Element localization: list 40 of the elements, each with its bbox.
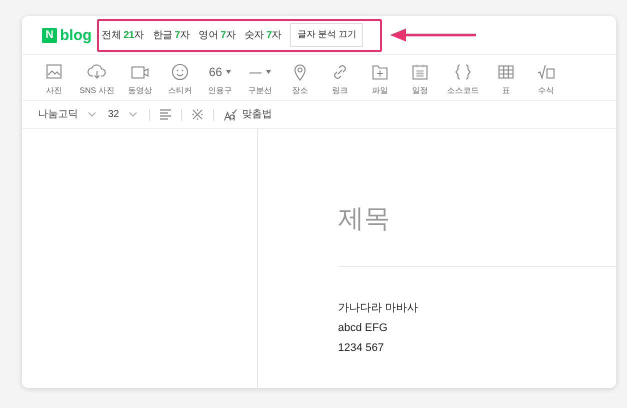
toolbar-button[interactable]: — 구분선 <box>240 62 280 95</box>
body-text-line: 1234 567 <box>338 341 384 355</box>
logo-text: blog <box>60 28 92 42</box>
smiley-icon <box>170 62 190 82</box>
toolbar-button[interactable]: 일정 <box>400 62 440 95</box>
toolbar-button[interactable]: SNS 사진 <box>74 62 120 95</box>
toolbar-button[interactable]: 표 <box>486 62 526 95</box>
character-count: 전체 21자 <box>102 28 144 42</box>
caret-icon <box>226 70 232 74</box>
arrow-icon <box>390 28 476 42</box>
toolbar-glyph: — <box>250 64 262 81</box>
character-count: 한글 7자 <box>152 28 190 42</box>
align-left-icon[interactable] <box>160 109 172 120</box>
logo-badge: N <box>42 28 57 42</box>
character-count: 숫자 7자 <box>244 28 282 42</box>
toolbar-button[interactable]: 66 인용구 <box>200 62 240 95</box>
chevron-down-icon <box>129 112 138 117</box>
toolbar-glyph: 66 <box>208 64 222 81</box>
spellcheck-button[interactable]: 맞춤법 <box>224 107 272 122</box>
body-text-line: abcd EFG <box>338 321 388 335</box>
toolbar-button[interactable]: 파일 <box>360 62 400 95</box>
body-text-line: 가나다라 마바사 <box>338 301 418 315</box>
toggle-analysis-button[interactable]: 글자 분석 끄기 <box>290 23 364 47</box>
character-count: 영어 7자 <box>198 28 236 42</box>
font-dropdown[interactable]: 나눔고딕 <box>38 107 96 122</box>
title-field[interactable]: 제목 <box>338 199 578 238</box>
chevron-down-icon <box>88 112 96 117</box>
toolbar-button[interactable]: 사진 <box>34 62 74 95</box>
special-character-icon[interactable] <box>192 109 204 120</box>
toolbar-button[interactable]: 수식 <box>526 62 566 95</box>
toolbar-button[interactable]: 링크 <box>320 62 360 95</box>
toolbar-button[interactable]: 동영상 <box>120 62 160 95</box>
spellcheck-icon <box>224 108 238 120</box>
code-braces-icon <box>453 62 473 82</box>
caret-icon <box>266 70 270 74</box>
toolbar-button[interactable]: 소스코드 <box>440 62 486 95</box>
toolbar-button[interactable]: 스티커 <box>160 62 200 95</box>
calendar-icon <box>410 62 430 82</box>
toolbar-button[interactable]: 장소 <box>280 62 320 95</box>
size-dropdown[interactable]: 32 <box>108 107 138 122</box>
